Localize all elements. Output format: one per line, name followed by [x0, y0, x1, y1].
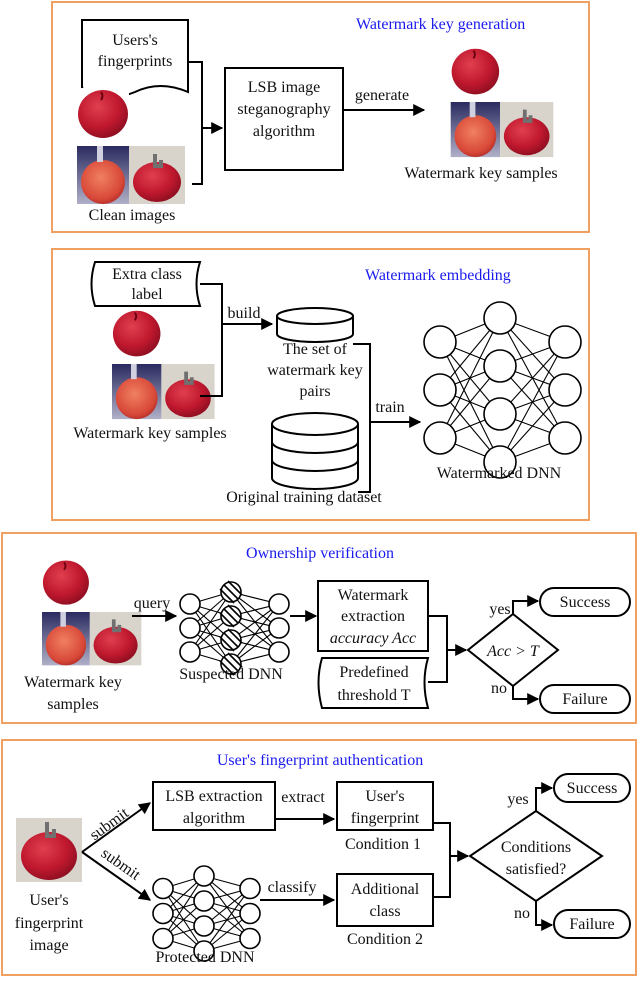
accuracy-box-text-3: accuracy Acc [330, 630, 416, 647]
watermark-key-samples-label: Watermark key samples [73, 425, 226, 442]
fingerprints-label: Users's [112, 32, 158, 49]
dnn-node [423, 373, 457, 407]
dnn-node [239, 902, 261, 925]
train-label: train [375, 399, 404, 416]
watermark-key-samples-thumbnails [448, 44, 556, 160]
connector-line [188, 61, 203, 185]
dnn-node [268, 641, 290, 663]
dnn-node [268, 617, 290, 639]
clean-images-label: Clean images [89, 207, 176, 224]
build-label: build [228, 305, 261, 322]
connector-line [428, 615, 448, 683]
panel-title: Watermark key generation [356, 16, 525, 33]
extra-class-label-text-2: label [131, 286, 163, 303]
dnn-node [193, 890, 215, 912]
dnn-node [423, 325, 457, 359]
dnn-node [483, 301, 517, 335]
condition-2-label: Condition 2 [347, 931, 423, 948]
dnn-node [483, 349, 517, 383]
lsb-box-text-2: steganography [237, 101, 330, 118]
decision-text-2: satisfied? [506, 861, 566, 878]
protected-dnn-label: Protected DNN [155, 949, 255, 966]
dnn-node [179, 593, 201, 615]
failure-label: Failure [569, 916, 614, 933]
clean-images-thumbnails [75, 86, 187, 206]
lsb-box-text-3: algorithm [253, 123, 316, 140]
success-label: Success [567, 780, 618, 797]
yes-label: yes [507, 791, 528, 808]
watermark-key-samples-thumbnails [40, 556, 144, 668]
watermarked-dnn-label: Watermarked DNN [437, 465, 562, 482]
suspected-dnn-label: Suspected DNN [179, 666, 283, 683]
classify-label: classify [268, 879, 317, 896]
accuracy-box-text-2: extraction [341, 608, 405, 625]
dnn-node [152, 927, 174, 950]
watermark-key-pairs-database-icon [276, 307, 354, 343]
success-label: Success [560, 594, 611, 611]
dnn-node [239, 877, 261, 900]
accuracy-box-text: Watermark [338, 587, 409, 604]
no-arrow [512, 686, 540, 705]
query-label: query [134, 595, 170, 612]
dnn-node [193, 865, 215, 887]
dnn-node [548, 373, 582, 407]
yes-arrow [512, 595, 540, 614]
watermark-key-samples-label-2: samples [47, 696, 99, 713]
key-pairs-label-3: pairs [299, 383, 330, 400]
fingerprint-image-label-3: image [29, 937, 68, 954]
dnn-node [548, 325, 582, 359]
additional-class-text-2: class [369, 903, 400, 920]
training-dataset-database-icon [271, 412, 359, 490]
dnn-node [239, 927, 261, 950]
dnn-node [179, 617, 201, 639]
fingerprints-label-2: fingerprints [98, 53, 173, 70]
watermark-key-samples-label: Watermark key samples [404, 165, 557, 182]
key-pairs-label: The set of [283, 341, 348, 358]
dnn-node [548, 421, 582, 455]
dnn-node [193, 915, 215, 937]
failure-label: Failure [562, 691, 607, 708]
watermark-key-samples-thumbnails [110, 306, 217, 422]
additional-class-text: Additional [351, 881, 420, 898]
extract-label: extract [281, 789, 325, 806]
watermark-key-samples-label: Watermark key [24, 674, 122, 691]
connector-line [433, 822, 451, 898]
fingerprint-image-thumbnail [16, 818, 82, 882]
generate-label: generate [355, 87, 409, 104]
dnn-node [179, 641, 201, 663]
decision-text: Conditions [501, 839, 571, 856]
no-label: no [491, 680, 507, 697]
user-fingerprint-text: User's [365, 788, 404, 805]
decision-text: Acc > T [486, 643, 540, 660]
watermark-framework-diagram: Watermark key generation Users's fingerp… [1, 1, 637, 976]
threshold-text-2: threshold T [337, 687, 410, 704]
lsb-extraction-text: LSB extraction [165, 788, 262, 805]
fingerprint-image-label-2: fingerprint [15, 915, 84, 932]
key-pairs-label-2: watermark key [267, 362, 363, 379]
dnn-node [268, 593, 290, 615]
dnn-node [423, 421, 457, 455]
submit-label-1: submit [87, 804, 133, 844]
panel-title: User's fingerprint authentication [217, 752, 423, 769]
no-arrow [535, 901, 554, 931]
protected-dnn-icon [152, 865, 261, 962]
threshold-text: Predefined [339, 664, 408, 681]
fingerprint-image-label: User's [29, 892, 68, 909]
dnn-node [152, 902, 174, 925]
condition-1-label: Condition 1 [345, 836, 421, 853]
user-fingerprint-text-2: fingerprint [351, 810, 420, 827]
lsb-box-text: LSB image [248, 79, 320, 96]
dnn-node [152, 877, 174, 900]
dnn-node [483, 397, 517, 431]
decision-diamond [468, 809, 604, 903]
extra-class-label-text: Extra class [112, 266, 182, 283]
lsb-extraction-text-2: algorithm [183, 810, 246, 827]
watermarked-dnn-icon [423, 301, 582, 479]
panel-title: Ownership verification [246, 545, 394, 562]
suspected-dnn-icon [179, 580, 290, 676]
yes-label: yes [489, 601, 510, 618]
panel-title: Watermark embedding [365, 267, 511, 284]
yes-arrow [535, 782, 554, 811]
no-label: no [514, 905, 530, 922]
